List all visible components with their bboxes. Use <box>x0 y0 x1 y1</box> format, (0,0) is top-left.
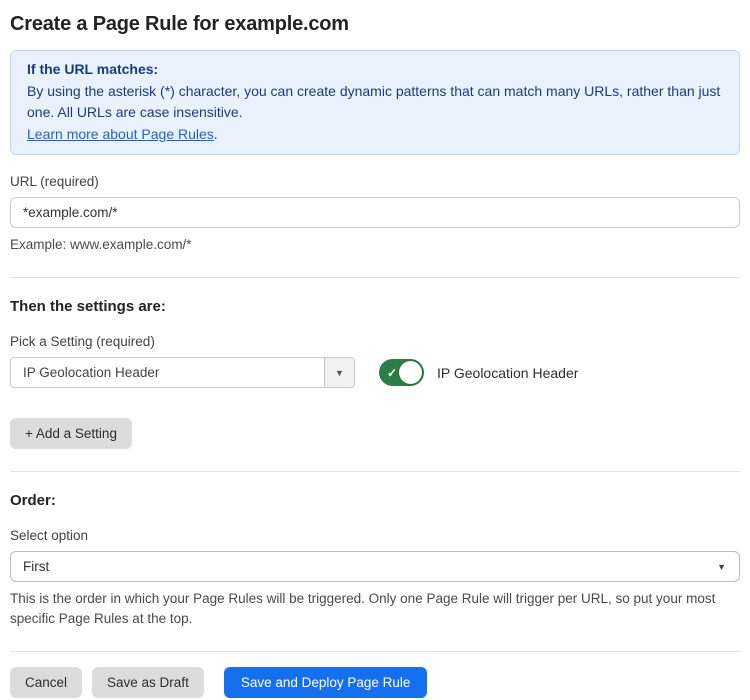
pick-setting-label: Pick a Setting (required) <box>10 334 740 349</box>
setting-select-arrow-button[interactable]: ▼ <box>324 358 354 387</box>
page-title: Create a Page Rule for example.com <box>10 13 740 36</box>
save-as-draft-button[interactable]: Save as Draft <box>92 667 204 698</box>
learn-more-link[interactable]: Learn more about Page Rules <box>27 126 214 142</box>
cancel-button[interactable]: Cancel <box>10 667 82 698</box>
ip-geolocation-toggle[interactable]: ✓ <box>379 359 424 386</box>
save-and-deploy-button[interactable]: Save and Deploy Page Rule <box>224 667 428 698</box>
info-box-body: By using the asterisk (*) character, you… <box>27 81 723 124</box>
setting-select[interactable]: IP Geolocation Header ▼ <box>10 357 355 388</box>
url-input[interactable] <box>10 197 740 228</box>
chevron-down-icon: ▼ <box>717 562 726 572</box>
url-match-info-box: If the URL matches: By using the asteris… <box>10 50 740 155</box>
info-box-heading: If the URL matches: <box>27 59 723 81</box>
order-helper-text: This is the order in which your Page Rul… <box>10 589 740 629</box>
settings-section-heading: Then the settings are: <box>10 298 740 315</box>
info-box-link-line: Learn more about Page Rules. <box>27 124 723 146</box>
chevron-down-icon: ▼ <box>335 368 344 378</box>
url-field-label: URL (required) <box>10 174 740 189</box>
form-actions: Cancel Save as Draft Save and Deploy Pag… <box>10 667 740 698</box>
toggle-knob <box>399 361 422 384</box>
divider <box>10 651 740 652</box>
setting-row: IP Geolocation Header ▼ ✓ IP Geolocation… <box>10 357 740 388</box>
link-suffix: . <box>214 126 218 142</box>
order-select-value: First <box>23 559 49 574</box>
divider <box>10 277 740 278</box>
page-rule-form: Create a Page Rule for example.com If th… <box>0 13 750 698</box>
divider <box>10 471 740 472</box>
order-select-label: Select option <box>10 528 740 543</box>
setting-select-value: IP Geolocation Header <box>11 358 324 387</box>
order-select[interactable]: First ▼ <box>10 551 740 582</box>
order-section-heading: Order: <box>10 492 740 509</box>
add-setting-button[interactable]: + Add a Setting <box>10 418 132 449</box>
toggle-label: IP Geolocation Header <box>437 365 578 381</box>
url-example-helper: Example: www.example.com/* <box>10 235 740 255</box>
check-icon: ✓ <box>387 366 397 380</box>
